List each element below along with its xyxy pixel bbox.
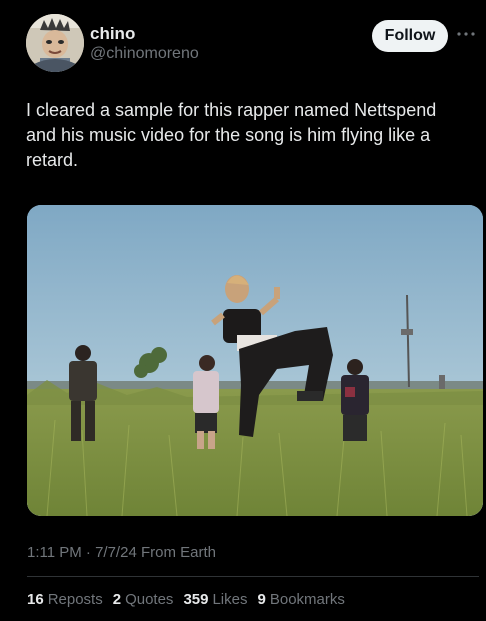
tweet-header: chino @chinomoreno Follow xyxy=(26,14,476,76)
avatar-photo xyxy=(26,14,84,72)
likes-count: 359 xyxy=(183,591,209,608)
quotes-count: 2 xyxy=(112,591,122,608)
reposts-count: 16 xyxy=(27,591,44,608)
tweet-media[interactable] xyxy=(27,205,483,516)
reposts-stat[interactable]: 16 Reposts xyxy=(27,591,103,608)
author-info[interactable]: chino @chinomoreno xyxy=(90,24,199,64)
more-options-button[interactable] xyxy=(456,22,476,46)
author-avatar[interactable] xyxy=(26,14,84,72)
engagement-stats: 16 Reposts 2 Quotes 359 Likes 9 Bookmark… xyxy=(27,591,345,608)
more-horizontal-icon xyxy=(457,32,475,36)
follow-button[interactable]: Follow xyxy=(372,20,448,52)
reposts-label: Reposts xyxy=(47,591,103,608)
likes-stat[interactable]: 359 Likes xyxy=(183,591,247,608)
stats-divider xyxy=(27,576,479,577)
bookmarks-stat[interactable]: 9 Bookmarks xyxy=(258,591,345,608)
likes-label: Likes xyxy=(212,591,248,608)
tweet-timestamp[interactable]: 1:11 PM · 7/7/24 From Earth xyxy=(27,544,216,561)
author-display-name[interactable]: chino xyxy=(90,24,199,44)
author-handle[interactable]: @chinomoreno xyxy=(90,44,199,64)
quotes-label: Quotes xyxy=(125,591,174,608)
tweet-text: I cleared a sample for this rapper named… xyxy=(26,100,437,170)
video-still-image xyxy=(27,205,483,516)
quotes-stat[interactable]: 2 Quotes xyxy=(113,591,174,608)
bookmarks-count: 9 xyxy=(257,591,266,608)
bookmarks-label: Bookmarks xyxy=(269,591,345,608)
